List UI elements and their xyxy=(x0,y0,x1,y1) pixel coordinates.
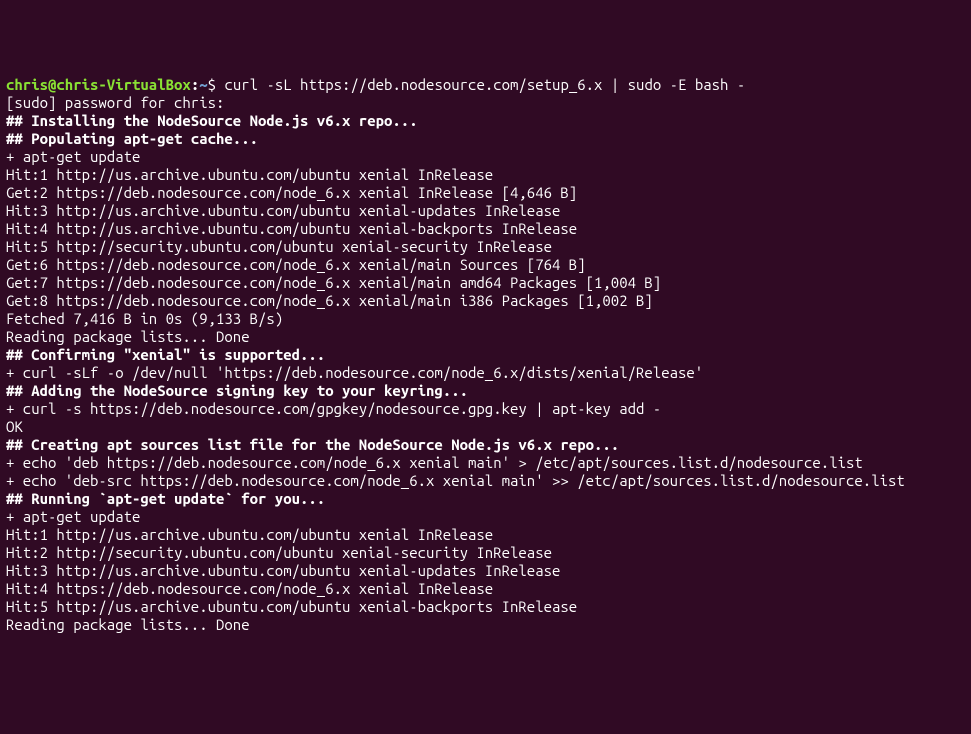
output-line: + curl -s https://deb.nodesource.com/gpg… xyxy=(6,400,965,418)
output-line: + apt-get update xyxy=(6,148,965,166)
output-line: Hit:5 http://us.archive.ubuntu.com/ubunt… xyxy=(6,598,965,616)
heading-populate: ## Populating apt-get cache... xyxy=(6,130,965,148)
output-line: Get:8 https://deb.nodesource.com/node_6.… xyxy=(6,292,965,310)
heading-signing-key: ## Adding the NodeSource signing key to … xyxy=(6,382,965,400)
output-line: + echo 'deb-src https://deb.nodesource.c… xyxy=(6,472,965,490)
output-line: Hit:4 http://us.archive.ubuntu.com/ubunt… xyxy=(6,220,965,238)
output-line: + apt-get update xyxy=(6,508,965,526)
terminal-output: chris@chris-VirtualBox:~$ curl -sL https… xyxy=(6,76,965,634)
heading-install: ## Installing the NodeSource Node.js v6.… xyxy=(6,112,965,130)
heading-confirm: ## Confirming "xenial" is supported... xyxy=(6,346,965,364)
output-line: Reading package lists... Done xyxy=(6,616,965,634)
heading-apt-update: ## Running `apt-get update` for you... xyxy=(6,490,965,508)
heading-sources-list: ## Creating apt sources list file for th… xyxy=(6,436,965,454)
prompt-path: ~ xyxy=(199,76,207,93)
output-line: Hit:1 http://us.archive.ubuntu.com/ubunt… xyxy=(6,166,965,184)
sudo-password-prompt: [sudo] password for chris: xyxy=(6,94,965,112)
prompt-user-host: chris@chris-VirtualBox xyxy=(6,76,191,93)
output-line: + curl -sLf -o /dev/null 'https://deb.no… xyxy=(6,364,965,382)
prompt-separator: : xyxy=(191,76,199,93)
prompt-line[interactable]: chris@chris-VirtualBox:~$ curl -sL https… xyxy=(6,76,965,94)
output-line: Hit:5 http://security.ubuntu.com/ubuntu … xyxy=(6,238,965,256)
output-line: Reading package lists... Done xyxy=(6,328,965,346)
command-text: curl -sL https://deb.nodesource.com/setu… xyxy=(224,76,745,93)
output-line: Hit:3 http://us.archive.ubuntu.com/ubunt… xyxy=(6,202,965,220)
output-line: Fetched 7,416 B in 0s (9,133 B/s) xyxy=(6,310,965,328)
prompt-symbol: $ xyxy=(208,76,216,93)
output-line: Hit:4 https://deb.nodesource.com/node_6.… xyxy=(6,580,965,598)
output-line: Get:6 https://deb.nodesource.com/node_6.… xyxy=(6,256,965,274)
output-line: OK xyxy=(6,418,965,436)
output-line: + echo 'deb https://deb.nodesource.com/n… xyxy=(6,454,965,472)
output-line: Hit:1 http://us.archive.ubuntu.com/ubunt… xyxy=(6,526,965,544)
output-line: Get:7 https://deb.nodesource.com/node_6.… xyxy=(6,274,965,292)
output-line: Hit:2 http://security.ubuntu.com/ubuntu … xyxy=(6,544,965,562)
output-line: Hit:3 http://us.archive.ubuntu.com/ubunt… xyxy=(6,562,965,580)
output-line: Get:2 https://deb.nodesource.com/node_6.… xyxy=(6,184,965,202)
